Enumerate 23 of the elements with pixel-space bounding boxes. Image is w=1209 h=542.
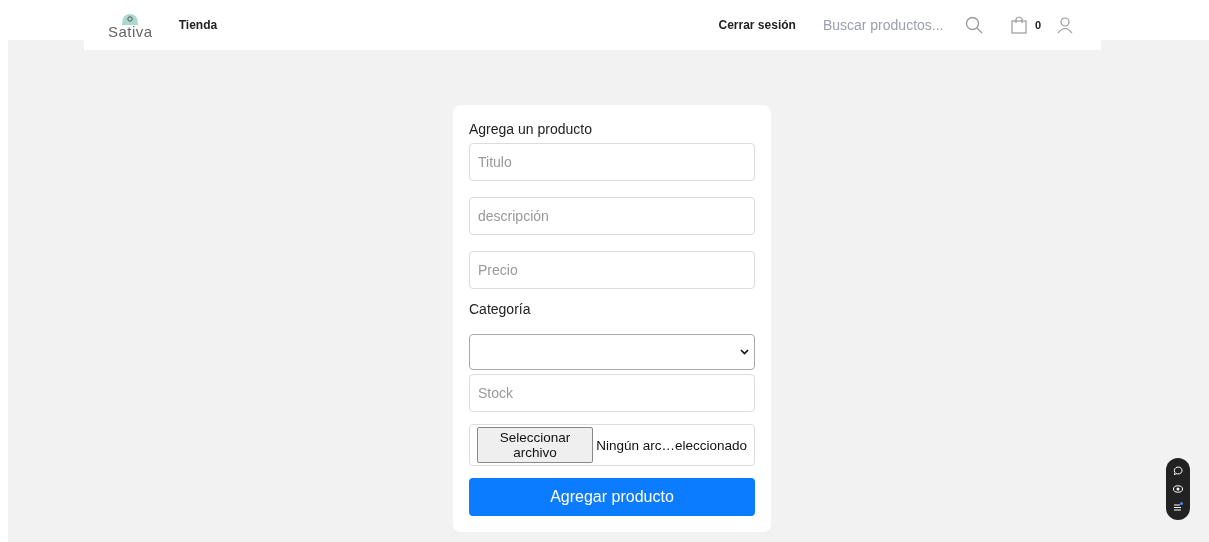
text-field[interactable]: Titulo <box>469 143 755 181</box>
field-label: Categoría <box>469 301 532 317</box>
choose-file-button[interactable]: Seleccionar archivo <box>477 427 594 463</box>
chat-icon[interactable] <box>1173 466 1183 477</box>
cart-count: 0 <box>1034 19 1041 31</box>
logo-icon <box>121 13 140 25</box>
eye-icon[interactable] <box>1173 485 1183 493</box>
file-status: Ningún arc…eleccionado <box>596 437 747 453</box>
nav-link[interactable]: Tienda <box>178 18 218 32</box>
shopping-bag-icon[interactable] <box>1010 16 1027 34</box>
logo-text: Sativa <box>108 25 153 39</box>
logo[interactable]: Sativa <box>108 13 153 39</box>
text-field[interactable]: Precio <box>469 251 755 289</box>
search-icon[interactable] <box>964 16 983 34</box>
text-field[interactable]: Stock <box>469 374 755 412</box>
submit-button[interactable]: Agregar producto <box>469 478 755 516</box>
user-icon[interactable] <box>1057 16 1073 34</box>
form-title: Agrega un producto <box>469 121 593 137</box>
logout-link[interactable]: Cerrar sesión <box>718 18 796 32</box>
chevron-down-icon <box>740 349 749 355</box>
list-icon[interactable] <box>1173 501 1183 512</box>
text-field[interactable]: descripción <box>469 197 755 235</box>
category-select[interactable] <box>469 334 755 370</box>
